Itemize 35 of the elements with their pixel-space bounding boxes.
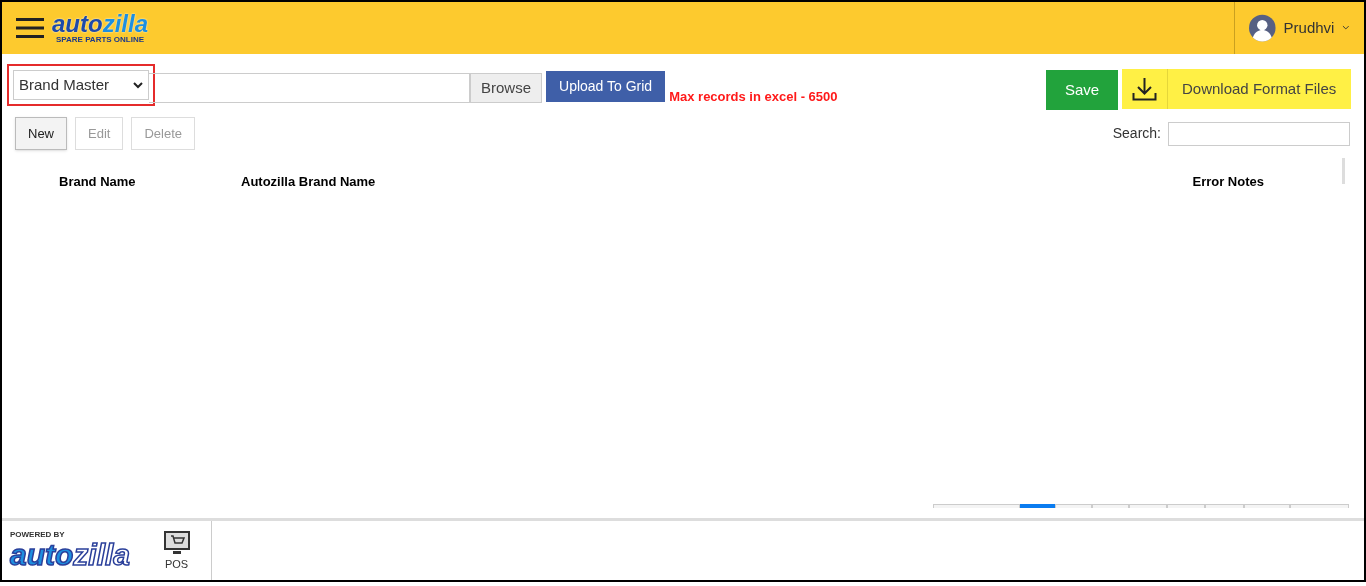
logo-text: auto — [10, 540, 74, 570]
powered-by-text: POWERED BY — [10, 531, 66, 539]
column-header: Error Notes — [1192, 173, 1264, 191]
menu-icon[interactable] — [16, 17, 44, 39]
page-button[interactable] — [1055, 504, 1092, 508]
page-button[interactable] — [1244, 504, 1290, 508]
pos-button[interactable]: POS — [142, 521, 212, 580]
upload-button[interactable]: Upload To Grid — [546, 71, 666, 102]
search-label: Search: — [1112, 124, 1161, 143]
page-button[interactable] — [933, 504, 1020, 508]
logo-tagline: SPARE PARTS ONLINE — [55, 36, 145, 44]
column-header: Brand Name — [59, 173, 137, 191]
max-records-note: Max records in excel - 6500 — [669, 88, 838, 106]
page-button[interactable] — [1167, 504, 1205, 508]
logo-text: zilla — [73, 540, 131, 570]
column-header: Autozilla Brand Name — [241, 173, 376, 191]
download-icon — [1132, 77, 1157, 101]
logo-text: zilla — [102, 12, 149, 36]
page-button[interactable] — [1129, 504, 1167, 508]
search-field[interactable] — [1168, 121, 1350, 146]
action-button[interactable]: New — [15, 117, 67, 150]
caret-icon[interactable] — [1342, 25, 1350, 31]
logo-text: auto — [52, 12, 103, 36]
page-button[interactable] — [1290, 504, 1349, 508]
master-select[interactable]: Brand Master — [13, 70, 149, 100]
download-button[interactable]: Download Format Files — [1122, 69, 1351, 109]
file-field[interactable] — [149, 73, 470, 103]
monitor-cart-icon — [163, 531, 190, 555]
avatar-icon[interactable] — [1249, 14, 1276, 42]
page-button[interactable] — [1092, 504, 1129, 508]
browse-button[interactable]: Browse — [470, 73, 543, 103]
chevron-icon — [133, 81, 143, 89]
user-menu[interactable]: Prudhvi — [1283, 16, 1335, 40]
page-button[interactable] — [1205, 504, 1244, 508]
page-button[interactable] — [1020, 504, 1055, 508]
